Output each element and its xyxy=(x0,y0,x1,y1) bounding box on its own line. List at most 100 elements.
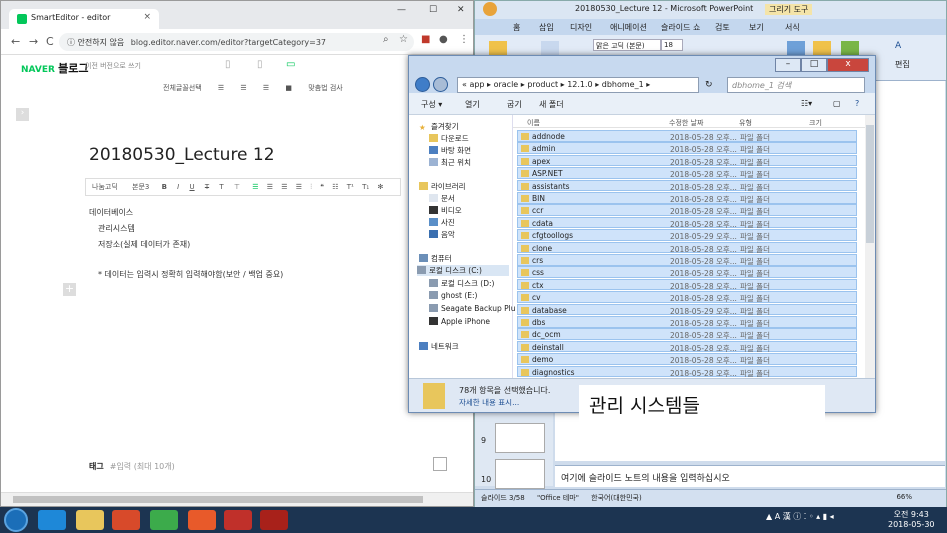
line-height-icon[interactable]: ⫶ xyxy=(310,183,312,191)
photo-icon[interactable] xyxy=(433,457,447,471)
tab-animation[interactable]: 애니메이션 xyxy=(610,22,647,33)
file-row[interactable]: css 2018-05-28 오후... 파일 폴더 xyxy=(517,266,857,278)
reload-button[interactable]: C xyxy=(46,35,54,48)
help-icon[interactable]: ? xyxy=(855,99,859,108)
bold-icon[interactable]: B xyxy=(162,183,167,191)
file-row[interactable]: diagnostics 2018-05-28 오후... 파일 폴더 xyxy=(517,365,857,378)
new-slide-icon[interactable] xyxy=(541,41,559,55)
security-indicator[interactable]: ⓘ 안전하지 않음 xyxy=(67,38,124,47)
body-line-3[interactable]: 저장소(실제 데이터가 존재) xyxy=(98,239,190,250)
strikethrough-icon[interactable]: T xyxy=(205,183,209,191)
file-row[interactable]: dc_ocm 2018-05-28 오후... 파일 폴더 xyxy=(517,328,857,340)
close-button[interactable]: x xyxy=(827,58,869,72)
underline-icon[interactable]: U xyxy=(189,183,194,191)
nav-pictures[interactable]: 사진 xyxy=(429,217,455,228)
file-row[interactable]: ccr 2018-05-28 오후... 파일 폴더 xyxy=(517,204,857,216)
nav-downloads[interactable]: 다운로드 xyxy=(429,133,469,144)
align-justify-icon[interactable]: ☰ xyxy=(296,183,302,191)
horizontal-scrollbar[interactable] xyxy=(1,492,473,506)
align-right-icon[interactable]: ☰ xyxy=(281,183,287,191)
minimize-button[interactable]: — xyxy=(397,5,406,15)
favorites-header[interactable]: ★ 즐겨찾기 xyxy=(419,121,459,132)
address-bar[interactable]: « app ▸ oracle ▸ product ▸ 12.1.0 ▸ dbho… xyxy=(457,77,699,93)
extension-icon[interactable]: ■ xyxy=(421,34,430,45)
filezilla-icon[interactable] xyxy=(224,510,252,530)
system-tray[interactable]: ▲ A 漢 ⓘ ⁚ ◦ ▴ ▮ ◂ xyxy=(766,511,834,522)
preview-pane-icon[interactable]: ▢ xyxy=(833,99,841,108)
network-header[interactable]: 네트워크 xyxy=(419,341,459,352)
file-row[interactable]: demo 2018-05-28 오후... 파일 폴더 xyxy=(517,353,857,365)
font-style-select[interactable]: 본문3 xyxy=(132,183,149,191)
nav-videos[interactable]: 비디오 xyxy=(429,205,462,216)
ie-icon[interactable] xyxy=(38,510,66,530)
search-icon[interactable]: ⌕ xyxy=(383,34,389,45)
nav-documents[interactable]: 문서 xyxy=(429,193,455,204)
file-row[interactable]: ASP.NET 2018-05-28 오후... 파일 폴더 xyxy=(517,167,857,179)
tab-insert[interactable]: 삽입 xyxy=(539,22,554,33)
media-player-icon[interactable] xyxy=(112,510,140,530)
tab-design[interactable]: 디자인 xyxy=(570,22,592,33)
explorer-icon[interactable] xyxy=(76,510,104,530)
burn-button[interactable]: 굽기 xyxy=(507,99,522,110)
back-button[interactable]: ← xyxy=(11,35,20,48)
tag-input-area[interactable]: 태그 #입력 (최대 10개) xyxy=(89,461,175,472)
special-char-icon[interactable]: ✻ xyxy=(377,183,383,191)
body-line-1[interactable]: 데이터베이스 xyxy=(89,207,133,218)
file-row[interactable]: database 2018-05-29 오후... 파일 폴더 xyxy=(517,303,857,316)
view-options-icon[interactable]: ☷▾ xyxy=(801,99,812,108)
tab-review[interactable]: 검토 xyxy=(715,22,730,33)
tablet-preview-icon[interactable]: ▯ xyxy=(257,59,263,70)
forward-arrow-icon[interactable] xyxy=(433,77,448,92)
clock[interactable]: 오전 9:43 2018-05-30 xyxy=(888,510,935,530)
nav-seagate[interactable]: Seagate Backup Plu xyxy=(429,304,516,313)
align-center-icon[interactable]: ☰ xyxy=(267,183,273,191)
app-icon[interactable] xyxy=(188,510,216,530)
bookmark-star-icon[interactable]: ☆ xyxy=(399,34,408,45)
tab-slideshow[interactable]: 슬라이드 쇼 xyxy=(661,22,700,33)
col-type[interactable]: 유형 xyxy=(739,118,752,128)
file-row[interactable]: assistants 2018-05-28 오후... 파일 폴더 xyxy=(517,179,857,192)
mobile-preview-icon[interactable]: ▯ xyxy=(225,59,231,70)
file-row[interactable]: crs 2018-05-28 오후... 파일 폴더 xyxy=(517,254,857,266)
open-button[interactable]: 열기 xyxy=(465,99,480,110)
slide-thumbnail[interactable] xyxy=(495,423,545,453)
search-box[interactable]: dbhome_1 검색 xyxy=(727,77,865,93)
menu-icon[interactable]: ⋮ xyxy=(459,34,469,45)
body-line-2[interactable]: 관리시스템 xyxy=(98,223,135,234)
close-button[interactable]: ✕ xyxy=(457,5,465,15)
file-row[interactable]: cfgtoollogs 2018-05-29 오후... 파일 폴더 xyxy=(517,229,857,241)
find-icon[interactable]: A xyxy=(895,41,901,51)
maximize-button[interactable]: □ xyxy=(801,58,827,72)
slide-thumbnail[interactable] xyxy=(495,459,545,489)
superscript-icon[interactable]: T¹ xyxy=(347,183,354,191)
subscript-icon[interactable]: T₁ xyxy=(362,183,369,191)
quote-icon[interactable]: ❝ xyxy=(320,183,324,191)
file-row[interactable]: deinstall 2018-05-28 오후... 파일 폴더 xyxy=(517,340,857,353)
file-row[interactable]: apex 2018-05-28 오후... 파일 폴더 xyxy=(517,154,857,167)
file-row[interactable]: clone 2018-05-28 오후... 파일 폴더 xyxy=(517,241,857,254)
spellcheck-button[interactable]: 맞춤법 검사 xyxy=(308,84,342,92)
file-row[interactable]: cdata 2018-05-28 오후... 파일 폴더 xyxy=(517,216,857,229)
file-row[interactable]: ctx 2018-05-28 오후... 파일 폴더 xyxy=(517,278,857,291)
font-name-box[interactable]: 맑은 고딕 (본문) xyxy=(593,39,661,51)
refresh-icon[interactable]: ↻ xyxy=(705,80,713,90)
font-family-select[interactable]: 나눔고딕 xyxy=(92,183,118,191)
tag-placeholder[interactable]: #입력 (최대 10개) xyxy=(110,462,175,471)
new-folder-button[interactable]: 새 폴더 xyxy=(539,99,564,110)
notes-pane[interactable]: 여기에 슬라이드 노트의 내용을 입력하십시오 xyxy=(555,465,945,487)
library-header[interactable]: 라이브러리 xyxy=(419,181,466,192)
col-size[interactable]: 크기 xyxy=(809,118,822,128)
computer-header[interactable]: 컴퓨터 xyxy=(419,253,452,264)
select-all-font[interactable]: 전체글꼴선택 xyxy=(163,84,202,92)
pc-preview-icon[interactable]: ▭ xyxy=(286,59,295,70)
text-color-icon[interactable]: T xyxy=(219,183,223,191)
post-title[interactable]: 20180530_Lecture 12 xyxy=(89,145,275,165)
nav-iphone[interactable]: Apple iPhone xyxy=(429,317,490,326)
file-row[interactable]: BIN 2018-05-28 오후... 파일 폴더 xyxy=(517,192,857,204)
italic-icon[interactable]: I xyxy=(177,183,179,191)
browser-tab[interactable]: SmartEditor - editor × xyxy=(9,9,159,29)
back-arrow-icon[interactable] xyxy=(415,77,430,92)
add-component-icon[interactable]: + xyxy=(63,283,76,296)
align-justify-icon[interactable]: ■ xyxy=(285,84,292,92)
align-left-icon[interactable]: ☰ xyxy=(218,84,224,92)
